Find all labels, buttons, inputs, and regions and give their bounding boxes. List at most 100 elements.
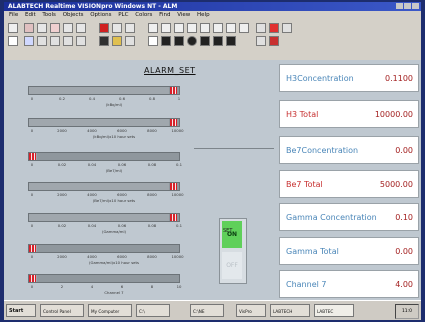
readout-h3-concentration: H3Concentration 0.1100 xyxy=(279,64,419,92)
rectangle-icon[interactable] xyxy=(148,23,158,33)
tool-icon-6[interactable] xyxy=(99,23,109,33)
window-controls xyxy=(396,3,419,9)
close-button[interactable] xyxy=(412,3,419,9)
readout-value: 0.10 xyxy=(395,213,413,222)
readout-h3-total: H3 Total 10000.00 xyxy=(279,100,419,128)
readout-label: H3Concentration xyxy=(286,74,354,83)
tool-icon-8[interactable] xyxy=(125,23,135,33)
readout-channel-7: Channel 7 4.00 xyxy=(279,270,419,298)
shape-icon[interactable] xyxy=(239,23,249,33)
line-icon[interactable] xyxy=(161,23,171,33)
menu-edit[interactable]: Edit xyxy=(25,12,36,18)
menu-find[interactable]: Find xyxy=(159,12,170,18)
alarm-slider-gamma-total[interactable] xyxy=(28,244,180,253)
set-label: SET xyxy=(223,228,233,234)
readout-label: Gamma Total xyxy=(286,247,339,256)
filled-line-icon[interactable] xyxy=(161,36,171,46)
toggle-on-button[interactable]: ON xyxy=(222,221,242,248)
pen-icon[interactable] xyxy=(148,36,158,46)
rounded-rect-icon[interactable] xyxy=(187,23,197,33)
divider-line xyxy=(194,148,274,149)
filled-rect-icon[interactable] xyxy=(174,36,184,46)
taskbar-item-labtech[interactable]: LABTECH xyxy=(270,304,310,317)
maximize-button[interactable] xyxy=(404,3,411,9)
zoom-icon[interactable] xyxy=(282,23,292,33)
alarm-set-title: ALARM_SET xyxy=(144,66,196,75)
menu-help[interactable]: Help xyxy=(197,12,210,18)
start-button[interactable]: Start xyxy=(6,304,36,317)
tool-icon-5[interactable] xyxy=(76,23,86,33)
tool-icon-7[interactable] xyxy=(112,23,122,33)
tool-icon-4[interactable] xyxy=(63,23,73,33)
menu-file[interactable]: File xyxy=(9,12,18,18)
slider-marker[interactable] xyxy=(29,245,36,252)
slider-marker[interactable] xyxy=(29,153,36,160)
arc-icon[interactable] xyxy=(213,23,223,33)
readout-label: Be7Concentration xyxy=(286,146,359,155)
tool-icon-11[interactable] xyxy=(50,36,60,46)
filled-polygon-icon[interactable] xyxy=(213,36,223,46)
polyline-icon[interactable] xyxy=(174,23,184,33)
slider-marker[interactable] xyxy=(170,119,177,126)
color-icon[interactable] xyxy=(269,23,279,33)
menu-plc[interactable]: PLC xyxy=(118,12,128,18)
taskbar-item-c-drive[interactable]: C:\ xyxy=(136,304,170,317)
screen: ALABTECH Realtime VISIONpro Windows NT -… xyxy=(4,2,421,320)
alarm-slider-channel-7[interactable] xyxy=(28,274,180,283)
menu-colors[interactable]: Colors xyxy=(135,12,152,18)
ellipse-icon[interactable] xyxy=(200,23,210,33)
slider-marker[interactable] xyxy=(170,183,177,190)
readout-value: 0.00 xyxy=(395,146,413,155)
readout-label: Be7 Total xyxy=(286,180,323,189)
readout-value: 10000.00 xyxy=(374,110,413,119)
slider-marker[interactable] xyxy=(170,214,177,221)
cut-icon[interactable] xyxy=(256,36,266,46)
tool-icon-3[interactable] xyxy=(50,23,60,33)
minimize-button[interactable] xyxy=(396,3,403,9)
text-tool-icon[interactable] xyxy=(8,36,18,46)
taskbar-item-vispro[interactable]: VisPro xyxy=(236,304,266,317)
tool-icon-16[interactable] xyxy=(125,36,135,46)
readout-gamma-total: Gamma Total 0.00 xyxy=(279,237,419,265)
taskbar: Start Control Panel My Computer C:\ C:\N… xyxy=(4,300,421,320)
menu-objects[interactable]: Objects xyxy=(63,12,84,18)
tool-icon-13[interactable] xyxy=(76,36,86,46)
menu-tools[interactable]: Tools xyxy=(42,12,56,18)
alarm-slider-h3-total[interactable] xyxy=(28,118,180,127)
taskbar-item-c-ne[interactable]: C:\NE xyxy=(190,304,224,317)
bar-label: (Gamma/ml)x10 hour sets xyxy=(89,260,139,265)
tool-icon-14[interactable] xyxy=(99,36,109,46)
readout-value: 0.00 xyxy=(395,247,413,256)
tool-icon-12[interactable] xyxy=(63,36,73,46)
taskbar-item-my-computer[interactable]: My Computer xyxy=(88,304,132,317)
alarm-slider-h3-concentration[interactable] xyxy=(28,86,180,95)
tool-icon-15[interactable] xyxy=(112,36,122,46)
tool-icon-10[interactable] xyxy=(37,36,47,46)
tool-icon-1[interactable] xyxy=(24,23,34,33)
alarm-slider-be7-total[interactable] xyxy=(28,182,180,191)
bar-label: (Be7/ml) xyxy=(105,168,123,173)
slider-marker[interactable] xyxy=(170,87,177,94)
system-clock: 11:0 xyxy=(395,304,419,319)
slider-marker[interactable] xyxy=(29,275,36,282)
bar-label: (Gamma/ml) xyxy=(102,229,126,234)
polygon-icon[interactable] xyxy=(226,23,236,33)
delete-icon[interactable] xyxy=(269,36,279,46)
readout-value: 5000.00 xyxy=(379,180,413,189)
taskbar-item-labtec-active[interactable]: LABTEC xyxy=(314,304,354,317)
tool-icon-9[interactable] xyxy=(24,36,34,46)
filled-shape-icon[interactable] xyxy=(226,36,236,46)
menu-options[interactable]: Options xyxy=(90,12,111,18)
tool-icon-2[interactable] xyxy=(37,23,47,33)
alarm-slider-gamma-concentration[interactable] xyxy=(28,213,180,222)
select-arrow-icon[interactable] xyxy=(8,23,18,33)
filled-rounded-icon[interactable] xyxy=(200,36,210,46)
taskbar-item-control-panel[interactable]: Control Panel xyxy=(40,304,84,317)
menu-view[interactable]: View xyxy=(177,12,190,18)
window-titlebar[interactable]: ALABTECH Realtime VISIONpro Windows NT -… xyxy=(4,2,421,11)
alarm-slider-be7-concentration[interactable] xyxy=(28,152,180,161)
filled-circle-icon[interactable] xyxy=(187,36,197,46)
toggle-off-button[interactable]: OFF xyxy=(222,252,242,279)
menu-bar: File Edit Tools Objects Options PLC Colo… xyxy=(4,11,421,20)
group-icon[interactable] xyxy=(256,23,266,33)
